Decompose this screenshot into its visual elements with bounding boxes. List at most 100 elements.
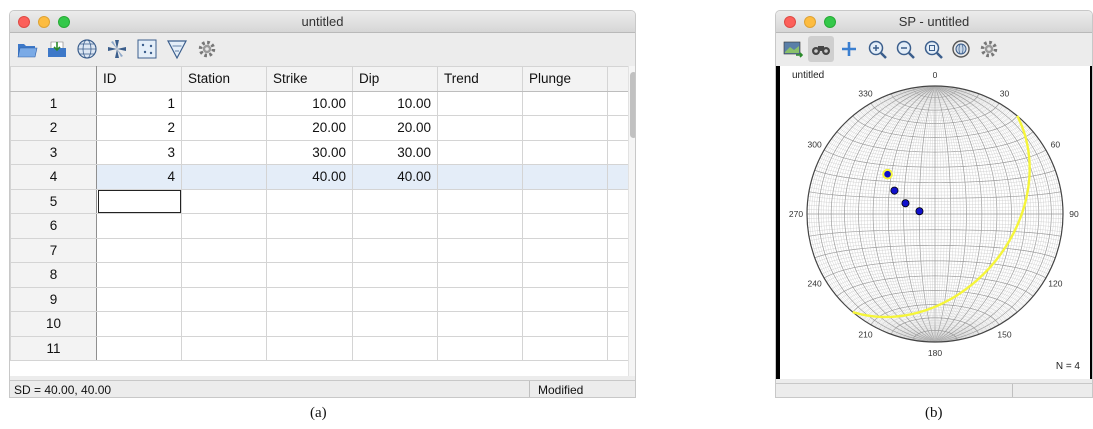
cell-station[interactable]	[181, 311, 267, 337]
table-row[interactable]: 3 3 30.00 30.00	[10, 139, 628, 165]
cell-station[interactable]	[181, 213, 267, 239]
table-row[interactable]: 7	[10, 237, 628, 263]
zoom-in-icon[interactable]	[864, 36, 890, 62]
cell-id[interactable]	[96, 335, 182, 361]
cell-plunge[interactable]	[522, 311, 608, 337]
cell-id[interactable]: 4	[96, 164, 182, 190]
table-row[interactable]: 4 4 40.00 40.00	[10, 164, 628, 190]
cell-plunge[interactable]	[522, 188, 608, 214]
cell-trend[interactable]	[437, 188, 523, 214]
row-header[interactable]: 4	[10, 164, 97, 190]
cell-id[interactable]	[96, 237, 182, 263]
cell-plunge[interactable]	[522, 139, 608, 165]
cell-strike[interactable]: 40.00	[266, 164, 353, 190]
cell-strike[interactable]	[266, 237, 353, 263]
cell-dip[interactable]	[352, 237, 438, 263]
binoculars-icon[interactable]	[808, 36, 834, 62]
cell-station[interactable]	[181, 188, 267, 214]
cell-strike[interactable]	[266, 311, 353, 337]
cell-trend[interactable]	[437, 164, 523, 190]
column-header-plunge[interactable]: Plunge	[522, 66, 608, 92]
cell-dip[interactable]	[352, 335, 438, 361]
cell-plunge[interactable]	[522, 262, 608, 288]
cell-strike[interactable]: 20.00	[266, 115, 353, 141]
cell-id[interactable]	[96, 286, 182, 312]
cell-trend[interactable]	[437, 139, 523, 165]
vertical-scrollbar[interactable]	[628, 66, 635, 376]
cell-strike[interactable]: 10.00	[266, 90, 353, 116]
data-grid[interactable]: ID Station Strike Dip Trend Plunge 1 1 10.…	[10, 66, 628, 376]
cell-trend[interactable]	[437, 213, 523, 239]
cell-dip[interactable]	[352, 188, 438, 214]
row-header[interactable]: 3	[10, 139, 97, 165]
cell-trend[interactable]	[437, 262, 523, 288]
cell-station[interactable]	[181, 286, 267, 312]
settings-gear-icon[interactable]	[194, 36, 220, 62]
cell-trend[interactable]	[437, 90, 523, 116]
table-row[interactable]: 10	[10, 311, 628, 337]
row-header[interactable]: 2	[10, 115, 97, 141]
row-header[interactable]: 1	[10, 90, 97, 116]
rose-icon[interactable]	[104, 36, 130, 62]
cell-station[interactable]	[181, 237, 267, 263]
table-row[interactable]: 8	[10, 262, 628, 288]
cell-dip[interactable]	[352, 213, 438, 239]
column-header-dip[interactable]: Dip	[352, 66, 438, 92]
cell-trend[interactable]	[437, 286, 523, 312]
column-header-strike[interactable]: Strike	[266, 66, 353, 92]
cell-trend[interactable]	[437, 311, 523, 337]
cell-strike[interactable]: 30.00	[266, 139, 353, 165]
cell-id[interactable]	[96, 188, 182, 214]
open-icon[interactable]	[14, 36, 40, 62]
column-header-id[interactable]: ID	[96, 66, 182, 92]
cell-dip[interactable]: 30.00	[352, 139, 438, 165]
cell-strike[interactable]	[266, 262, 353, 288]
table-row[interactable]: 11	[10, 335, 628, 361]
cell-station[interactable]	[181, 139, 267, 165]
cell-dip[interactable]	[352, 286, 438, 312]
cell-station[interactable]	[181, 335, 267, 361]
cell-plunge[interactable]	[522, 237, 608, 263]
table-row[interactable]: 1 1 10.00 10.00	[10, 90, 628, 116]
cell-station[interactable]	[181, 115, 267, 141]
cell-trend[interactable]	[437, 335, 523, 361]
row-header[interactable]: 10	[10, 311, 97, 337]
cell-id[interactable]	[96, 262, 182, 288]
cell-id[interactable]	[96, 311, 182, 337]
rotate-icon[interactable]	[948, 36, 974, 62]
scroll-thumb[interactable]	[630, 72, 635, 138]
cell-plunge[interactable]	[522, 213, 608, 239]
cell-strike[interactable]	[266, 213, 353, 239]
row-header[interactable]: 7	[10, 237, 97, 263]
cell-dip[interactable]	[352, 311, 438, 337]
cell-plunge[interactable]	[522, 164, 608, 190]
cell-station[interactable]	[181, 164, 267, 190]
pole-point[interactable]	[882, 168, 893, 180]
table-row[interactable]: 6	[10, 213, 628, 239]
density-icon[interactable]	[134, 36, 160, 62]
row-header[interactable]: 11	[10, 335, 97, 361]
pole-point[interactable]	[901, 199, 910, 208]
stereonet-plot[interactable]: 0 30 60 90 120 150 180 210 240 270 300 330 untitled N…	[776, 66, 1092, 379]
cell-dip[interactable]	[352, 262, 438, 288]
table-row[interactable]: 9	[10, 286, 628, 312]
triangle-icon[interactable]	[164, 36, 190, 62]
cell-strike[interactable]	[266, 286, 353, 312]
cell-id[interactable]: 1	[96, 90, 182, 116]
cell-dip[interactable]: 10.00	[352, 90, 438, 116]
plus-icon[interactable]	[836, 36, 862, 62]
table-row[interactable]: 5	[10, 188, 628, 214]
row-header[interactable]: 8	[10, 262, 97, 288]
export-image-icon[interactable]	[780, 36, 806, 62]
cell-trend[interactable]	[437, 237, 523, 263]
cell-trend[interactable]	[437, 115, 523, 141]
pole-point[interactable]	[915, 207, 924, 216]
cell-id[interactable]: 3	[96, 139, 182, 165]
cell-dip[interactable]: 40.00	[352, 164, 438, 190]
globe-icon[interactable]	[74, 36, 100, 62]
title-bar[interactable]: SP - untitled	[776, 11, 1092, 33]
title-bar[interactable]: untitled	[10, 11, 635, 33]
cell-dip[interactable]: 20.00	[352, 115, 438, 141]
cell-strike[interactable]	[266, 188, 353, 214]
cell-id[interactable]	[96, 213, 182, 239]
